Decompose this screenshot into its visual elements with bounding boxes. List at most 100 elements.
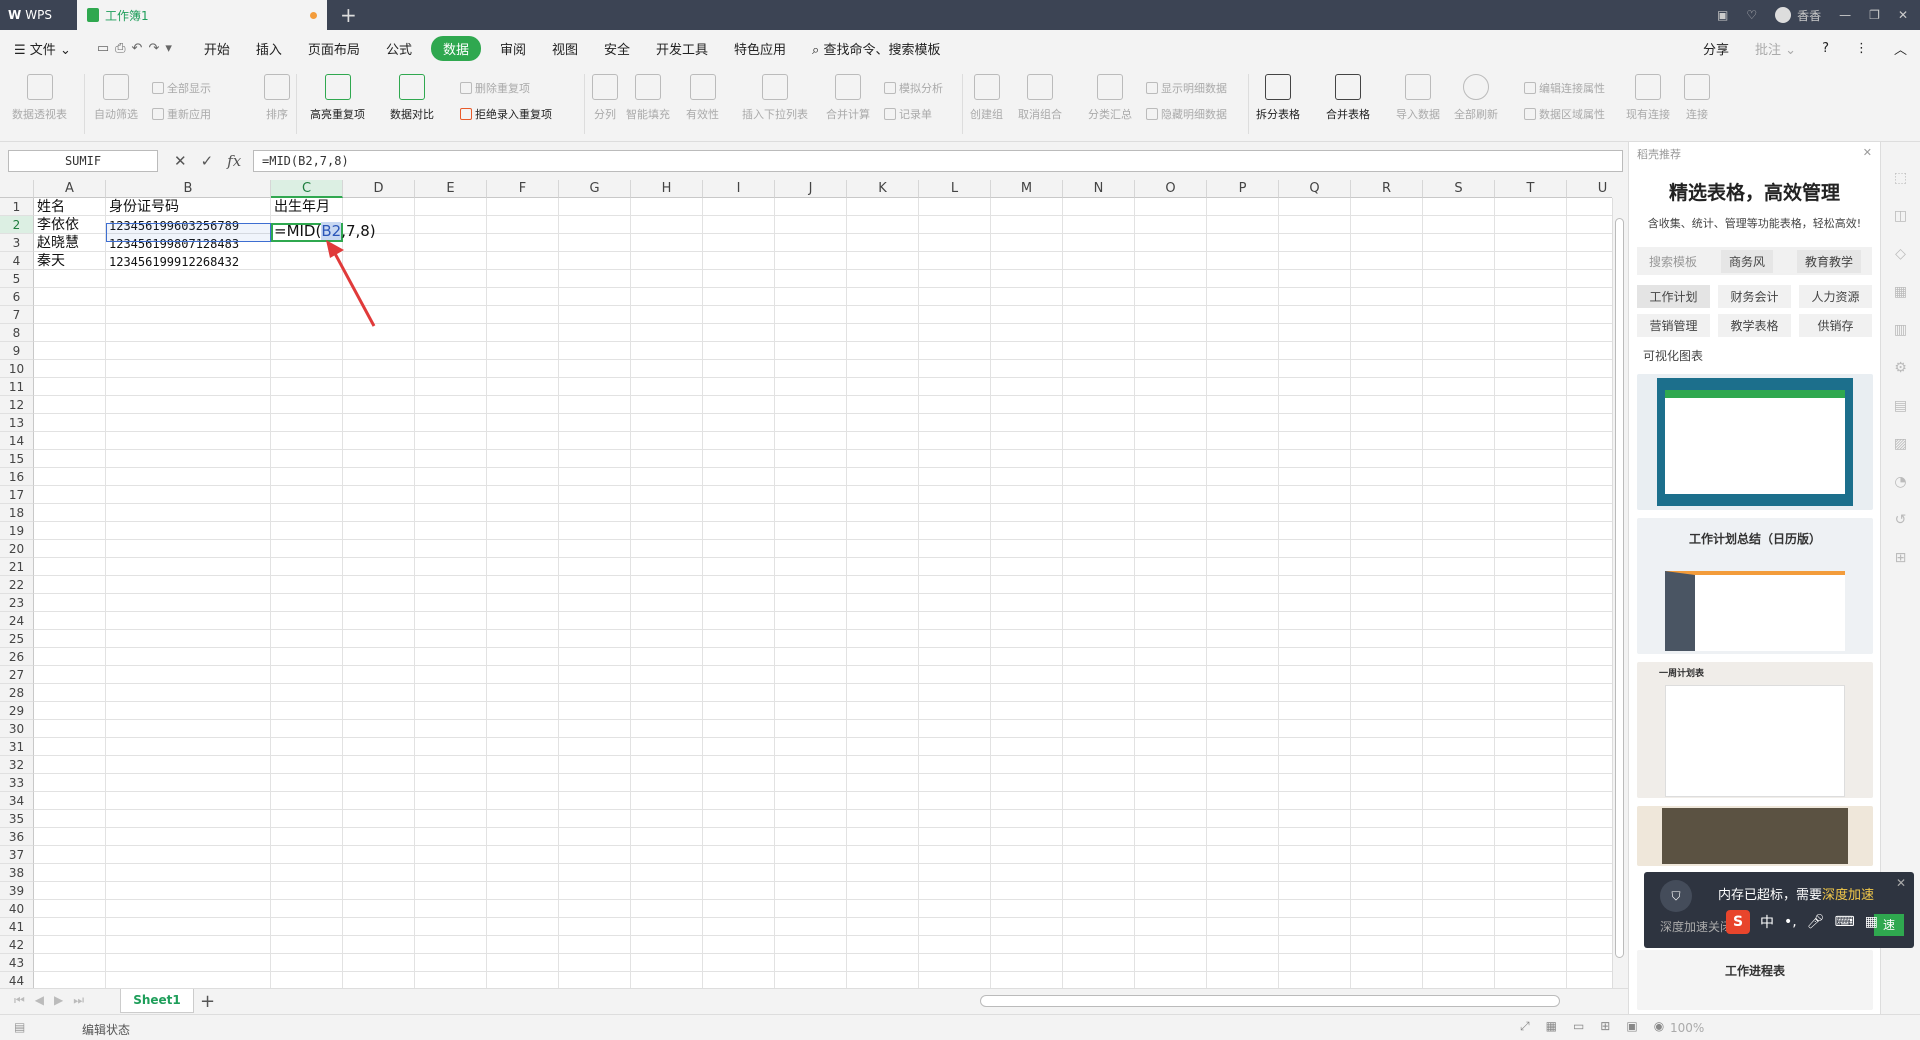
row-header-29[interactable]: 29	[0, 702, 34, 720]
help-icon[interactable]: ?	[1809, 41, 1842, 56]
row-header-11[interactable]: 11	[0, 378, 34, 396]
tag-teaching[interactable]: 教学表格	[1718, 314, 1791, 337]
merge-table-button[interactable]: 合并表格	[1326, 74, 1370, 122]
row-header-28[interactable]: 28	[0, 684, 34, 702]
sort-button[interactable]: 排序	[264, 74, 290, 122]
template-search[interactable]: 搜索模板 商务风 教育教学	[1637, 247, 1872, 275]
style-icon[interactable]: ◫	[1894, 208, 1907, 224]
cell-B4[interactable]: 123456199912268432	[106, 253, 239, 271]
skin-icon[interactable]: ♡	[1746, 8, 1757, 22]
undo-icon[interactable]: ↶	[132, 41, 149, 56]
page-layout-icon[interactable]: ▭	[1573, 1019, 1584, 1034]
tag-work-plan[interactable]: 工作计划	[1637, 285, 1710, 308]
row-header-1[interactable]: 1	[0, 198, 34, 216]
eye-protection-icon[interactable]: ◉	[1654, 1019, 1664, 1034]
row-header-21[interactable]: 21	[0, 558, 34, 576]
column-header-d[interactable]: D	[343, 180, 415, 198]
smart-fill-button[interactable]: 智能填充	[626, 74, 670, 122]
sheet-nav-icons[interactable]: ⏮◀▶⏭	[14, 993, 94, 1008]
image-icon[interactable]: ▨	[1894, 436, 1907, 452]
row-header-6[interactable]: 6	[0, 288, 34, 306]
tab-page-layout[interactable]: 页面布局	[295, 39, 373, 58]
tag-hr[interactable]: 人力资源	[1799, 285, 1872, 308]
column-header-o[interactable]: O	[1135, 180, 1207, 198]
cell-A4[interactable]: 秦天	[34, 252, 65, 270]
connection-button[interactable]: 连接	[1684, 74, 1710, 122]
column-header-c[interactable]: C	[271, 180, 343, 198]
data-compare-button[interactable]: 数据对比	[390, 74, 434, 122]
history-icon[interactable]: ↺	[1895, 512, 1907, 528]
panel-close-icon[interactable]: ✕	[1863, 146, 1872, 159]
row-header-19[interactable]: 19	[0, 522, 34, 540]
table-icon[interactable]: ▦	[1894, 284, 1907, 300]
row-header-7[interactable]: 7	[0, 306, 34, 324]
row-header-10[interactable]: 10	[0, 360, 34, 378]
tag-inventory[interactable]: 供销存	[1799, 314, 1872, 337]
refresh-all-button[interactable]: 全部刷新	[1454, 74, 1498, 122]
row-header-39[interactable]: 39	[0, 882, 34, 900]
range-property-button[interactable]: 数据区域属性	[1524, 106, 1605, 122]
validity-button[interactable]: 有效性	[686, 74, 719, 122]
select-icon[interactable]: ⬚	[1894, 170, 1907, 186]
tab-data[interactable]: 数据	[430, 35, 481, 61]
row-header-12[interactable]: 12	[0, 396, 34, 414]
existing-connection-button[interactable]: 现有连接	[1626, 74, 1670, 122]
insert-dropdown-button[interactable]: 插入下拉列表	[742, 74, 808, 122]
simulate-analysis-button[interactable]: 模拟分析	[884, 80, 943, 96]
row-header-15[interactable]: 15	[0, 450, 34, 468]
ime-punctuation-icon[interactable]: •,	[1784, 914, 1797, 930]
column-header-a[interactable]: A	[34, 180, 106, 198]
grid-icon[interactable]: ⊞	[1895, 550, 1907, 566]
template-thumbnail[interactable]	[1637, 374, 1873, 510]
column-header-t[interactable]: T	[1495, 180, 1567, 198]
consolidate-button[interactable]: 合并计算	[826, 74, 870, 122]
row-header-16[interactable]: 16	[0, 468, 34, 486]
column-header-s[interactable]: S	[1423, 180, 1495, 198]
user-avatar[interactable]: 香香	[1775, 7, 1821, 24]
row-header-37[interactable]: 37	[0, 846, 34, 864]
row-header-44[interactable]: 44	[0, 972, 34, 988]
sogou-ime-icon[interactable]: S	[1726, 910, 1750, 934]
template-thumbnail[interactable]: 一周计划表	[1637, 662, 1873, 798]
row-header-14[interactable]: 14	[0, 432, 34, 450]
ime-keyboard-icon[interactable]: ⌨	[1835, 914, 1855, 930]
horizontal-scrollbar[interactable]	[980, 995, 1560, 1007]
column-header-g[interactable]: G	[559, 180, 631, 198]
tab-security[interactable]: 安全	[591, 39, 643, 58]
column-header-h[interactable]: H	[631, 180, 703, 198]
command-search[interactable]: ⌕ 查找命令、搜索模板	[799, 39, 953, 58]
share-button[interactable]: 分享	[1690, 39, 1742, 58]
row-header-36[interactable]: 36	[0, 828, 34, 846]
normal-view-icon[interactable]: ▦	[1546, 1019, 1557, 1034]
row-header-30[interactable]: 30	[0, 720, 34, 738]
zoom-level[interactable]: 100%	[1670, 1021, 1704, 1035]
subtotal-button[interactable]: 分类汇总	[1088, 74, 1132, 122]
cell-C1[interactable]: 出生年月	[271, 198, 330, 216]
tag-finance[interactable]: 财务会计	[1718, 285, 1791, 308]
template-thumbnail[interactable]: 工作进程表	[1637, 950, 1873, 1010]
row-header-17[interactable]: 17	[0, 486, 34, 504]
highlight-duplicates-button[interactable]: 高亮重复项	[310, 74, 365, 122]
row-header-2[interactable]: 2	[0, 216, 34, 234]
column-header-i[interactable]: I	[703, 180, 775, 198]
column-header-j[interactable]: J	[775, 180, 847, 198]
tab-special[interactable]: 特色应用	[721, 39, 799, 58]
search-tag-business[interactable]: 商务风	[1721, 249, 1774, 273]
column-header-l[interactable]: L	[919, 180, 991, 198]
reading-mode-icon[interactable]: ▣	[1626, 1019, 1637, 1034]
more-icon[interactable]: ⋮	[1842, 41, 1881, 56]
pivot-table-button[interactable]: 数据透视表	[12, 74, 67, 122]
row-header-34[interactable]: 34	[0, 792, 34, 810]
remove-duplicates-button[interactable]: 删除重复项	[460, 80, 530, 96]
tab-review[interactable]: 审阅	[487, 39, 539, 58]
row-header-9[interactable]: 9	[0, 342, 34, 360]
window-layout-icon[interactable]: ▣	[1717, 8, 1728, 22]
column-header-e[interactable]: E	[415, 180, 487, 198]
row-header-41[interactable]: 41	[0, 918, 34, 936]
column-header-q[interactable]: Q	[1279, 180, 1351, 198]
ungroup-button[interactable]: 取消组合	[1018, 74, 1062, 122]
macro-icon[interactable]: ▤	[14, 1020, 25, 1034]
tab-home[interactable]: 开始	[191, 39, 243, 58]
row-header-31[interactable]: 31	[0, 738, 34, 756]
row-header-8[interactable]: 8	[0, 324, 34, 342]
